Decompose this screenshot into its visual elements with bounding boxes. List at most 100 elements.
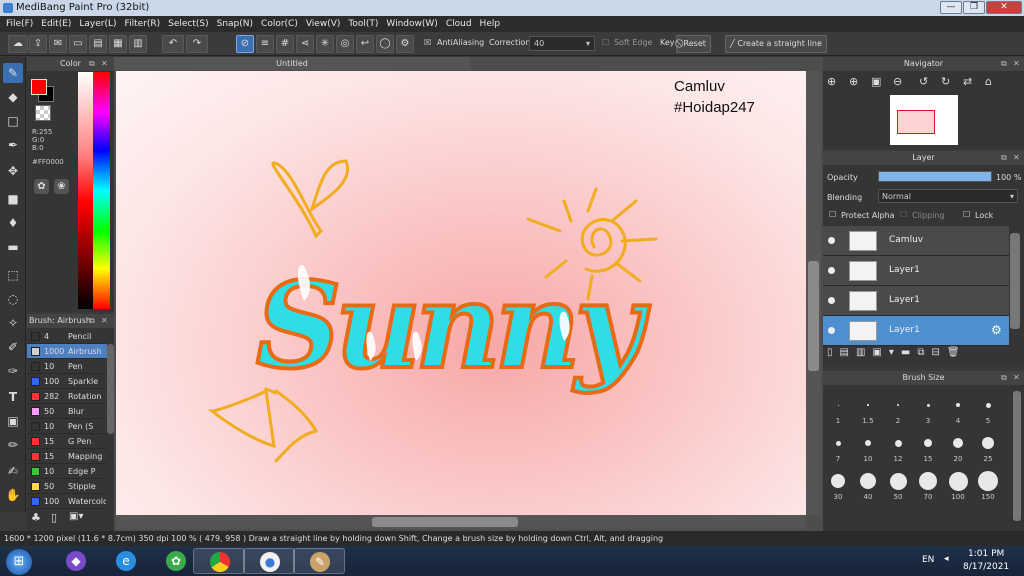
- close-icon[interactable]: ✕: [1013, 57, 1020, 71]
- snap-off-icon[interactable]: ⊘: [236, 35, 254, 53]
- close-button[interactable]: ✕: [986, 1, 1022, 14]
- close-icon[interactable]: ✕: [101, 57, 108, 71]
- brush-size-scrollbar[interactable]: [1013, 391, 1021, 521]
- palette-settings-icon[interactable]: ❀: [54, 179, 69, 194]
- brush-item[interactable]: 50 Stipple: [27, 479, 107, 494]
- brush-item[interactable]: 1000 Airbrush: [27, 344, 107, 359]
- cloud-icon[interactable]: ☁: [8, 35, 28, 53]
- popout-icon[interactable]: ⧉: [89, 57, 95, 71]
- visibility-icon[interactable]: [828, 297, 835, 304]
- move-tool-icon[interactable]: ✥: [3, 161, 23, 181]
- menu-edit[interactable]: Edit(E): [39, 16, 77, 32]
- reset-view-icon[interactable]: ⌂: [985, 75, 999, 89]
- menu-cloud[interactable]: Cloud: [444, 16, 478, 32]
- brush-size-dot[interactable]: [894, 439, 902, 447]
- brush-size-dot[interactable]: [889, 472, 907, 490]
- brush-item[interactable]: 282 Rotation: [27, 389, 107, 404]
- antialiasing-checkbox[interactable]: ☒: [424, 38, 431, 47]
- taskbar-medibang[interactable]: ●: [243, 548, 295, 574]
- folder-icon[interactable]: ▬: [901, 347, 917, 358]
- magic-wand-icon[interactable]: ✧: [3, 313, 23, 333]
- text-tool-icon[interactable]: T: [3, 387, 23, 407]
- horizontal-scroll-thumb[interactable]: [372, 517, 518, 527]
- reset-button[interactable]: ⃠ Reset: [676, 35, 711, 53]
- clock-date[interactable]: 8/17/2021: [963, 562, 1009, 572]
- opacity-slider[interactable]: [878, 171, 992, 182]
- circle-snap-icon[interactable]: ◎: [336, 35, 354, 53]
- notifications-chevron-icon[interactable]: ◂: [944, 554, 949, 564]
- visibility-icon[interactable]: [828, 237, 835, 244]
- palette-icon[interactable]: ✿: [34, 179, 49, 194]
- parallel-snap-icon[interactable]: ≡: [256, 35, 274, 53]
- brush-size-dot[interactable]: [978, 471, 998, 491]
- navigator-thumbnail[interactable]: [890, 95, 958, 145]
- brush-item[interactable]: 15 Mapping: [27, 449, 107, 464]
- gradient-tool-icon[interactable]: ▬: [3, 237, 23, 257]
- layer-list-scrollbar[interactable]: [1010, 233, 1020, 329]
- popout-icon[interactable]: ⧉: [1001, 57, 1007, 71]
- taskbar-chrome[interactable]: [193, 548, 245, 574]
- brush-tool-icon[interactable]: ✎: [3, 63, 23, 83]
- brush-size-dot[interactable]: [956, 403, 960, 407]
- select-pen-icon[interactable]: ✐: [3, 337, 23, 357]
- rectangle-tool-icon[interactable]: □: [3, 111, 23, 131]
- brush-item[interactable]: 10 Pen: [27, 359, 107, 374]
- brush-size-dot[interactable]: [953, 438, 963, 448]
- popout-icon[interactable]: ⧉: [89, 314, 95, 328]
- brush-size-dot[interactable]: [897, 404, 899, 406]
- gear-icon[interactable]: ⚙: [991, 323, 1002, 337]
- protect-alpha-checkbox[interactable]: ☐: [829, 210, 836, 219]
- correction-select[interactable]: 40 ▾: [529, 36, 595, 51]
- minimize-button[interactable]: —: [940, 1, 962, 14]
- brush-size-dot[interactable]: [837, 404, 839, 406]
- flip-icon[interactable]: ⇄: [963, 75, 977, 89]
- layer-row[interactable]: Layer1: [823, 256, 1009, 286]
- brush-size-dot[interactable]: [860, 473, 876, 489]
- brush-item[interactable]: 100 Watercolor: [27, 494, 107, 509]
- layer-row[interactable]: Layer1 ⚙: [823, 316, 1009, 346]
- brush-menu-icon[interactable]: ▣▾: [69, 511, 89, 527]
- new-layer-icon[interactable]: ▯: [827, 347, 840, 358]
- clock-time[interactable]: 1:01 PM: [968, 549, 1004, 559]
- lock-checkbox[interactable]: ☐: [963, 210, 970, 219]
- brush-size-dot[interactable]: [982, 437, 994, 449]
- hue-slider[interactable]: [93, 72, 110, 309]
- restore-button[interactable]: ❐: [963, 1, 985, 14]
- select-tool-icon[interactable]: ⬚: [3, 265, 23, 285]
- vertical-scrollbar[interactable]: [806, 71, 821, 515]
- new-8bit-layer-icon[interactable]: ▥: [856, 347, 872, 358]
- zoom-actual-icon[interactable]: ▣: [871, 75, 885, 89]
- taskbar-paint[interactable]: ✎: [293, 548, 345, 574]
- brush-item[interactable]: 15 G Pen: [27, 434, 107, 449]
- brush-size-dot[interactable]: [835, 440, 841, 446]
- menu-file[interactable]: File(F): [4, 16, 39, 32]
- brightness-slider[interactable]: [78, 72, 93, 309]
- menu-window[interactable]: Window(W): [384, 16, 443, 32]
- cross-snap-icon[interactable]: #: [276, 35, 294, 53]
- start-button[interactable]: ⊞: [6, 549, 32, 575]
- taskbar-visual-studio[interactable]: ◆: [50, 548, 102, 574]
- blending-select[interactable]: Normal ▾: [878, 189, 1018, 203]
- close-icon[interactable]: ✕: [1013, 151, 1020, 165]
- primary-color-swatch[interactable]: [31, 79, 47, 95]
- settings-doc-icon[interactable]: ▥: [129, 35, 147, 53]
- visibility-icon[interactable]: [828, 267, 835, 274]
- vanish-snap-icon[interactable]: ⋖: [296, 35, 314, 53]
- fill-rect-tool-icon[interactable]: ■: [3, 189, 23, 209]
- hand-tool-icon[interactable]: ✋: [3, 485, 23, 505]
- brush-size-dot[interactable]: [926, 403, 930, 407]
- brush-size-dot[interactable]: [948, 471, 968, 491]
- snap-settings-icon[interactable]: ⚙: [396, 35, 414, 53]
- menu-tool[interactable]: Tool(T): [346, 16, 384, 32]
- duplicate-layer-icon[interactable]: ⧉: [917, 347, 931, 358]
- zoom-out-icon[interactable]: ⊖: [893, 75, 907, 89]
- eraser-tool-icon[interactable]: ◆: [3, 87, 23, 107]
- menu-layer[interactable]: Layer(L): [77, 16, 122, 32]
- grid-doc-icon[interactable]: ▦: [109, 35, 127, 53]
- taskbar-internet-explorer[interactable]: e: [100, 548, 152, 574]
- layer-row[interactable]: Layer1: [823, 286, 1009, 316]
- navigator-viewport[interactable]: [897, 110, 935, 134]
- popout-icon[interactable]: ⧉: [1001, 151, 1007, 165]
- brush-size-dot[interactable]: [985, 402, 991, 408]
- undo-icon[interactable]: ↶: [162, 35, 184, 53]
